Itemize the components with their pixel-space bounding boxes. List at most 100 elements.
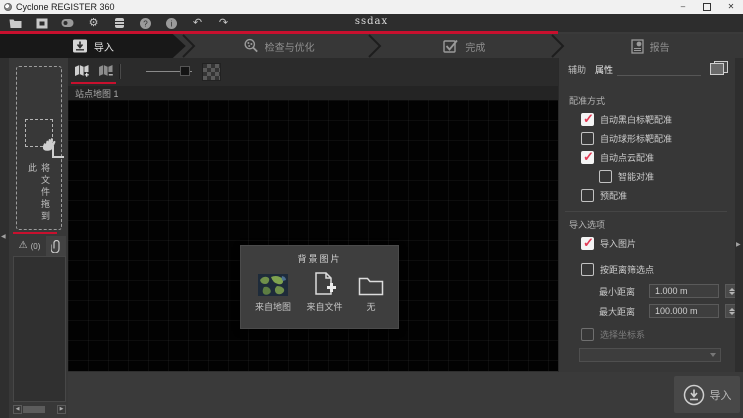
report-tab-icon: [631, 39, 644, 54]
world-map-icon: [258, 272, 288, 296]
remove-sitemap-button[interactable]: [95, 61, 117, 80]
minimize-button[interactable]: –: [671, 0, 695, 14]
opacity-slider-handle[interactable]: [180, 66, 190, 76]
step-down-icon[interactable]: [729, 312, 735, 315]
checkbox-label: 智能对准: [618, 170, 654, 183]
map-viewport[interactable]: 背景图片 来自地图 来自文件: [68, 100, 558, 372]
tab-assist[interactable]: 辅助: [568, 63, 586, 76]
import-button-label: 导入: [710, 387, 732, 403]
checkbox-auto-cloud[interactable]: 自动点云配准: [581, 151, 654, 164]
left-tabs-accent: [13, 232, 57, 234]
collapse-left-icon[interactable]: ◀: [1, 234, 6, 240]
empty-folder-icon: [358, 272, 384, 296]
checkbox-icon[interactable]: [599, 170, 612, 183]
checkbox-label: 预配准: [600, 189, 627, 202]
coordinate-system-select[interactable]: [579, 348, 721, 362]
checkbox-icon[interactable]: [581, 132, 594, 145]
add-sitemap-icon: [74, 64, 90, 78]
transparency-checker-icon[interactable]: [202, 63, 221, 81]
checkbox-smart-align[interactable]: 智能对准: [599, 170, 654, 183]
tab-report[interactable]: 报告: [557, 34, 743, 58]
import-circle-icon: [683, 384, 705, 406]
checkbox-icon[interactable]: [581, 237, 594, 250]
dialog-title: 背景图片: [241, 246, 398, 265]
window-title: Cyclone REGISTER 360: [16, 2, 115, 12]
finalize-tab-icon: [443, 39, 459, 53]
checkbox-auto-sphere-target[interactable]: 自动球形标靶配准: [581, 132, 672, 145]
import-options-section-title: 导入选项: [569, 218, 605, 231]
checkbox-icon[interactable]: [581, 151, 594, 164]
tab-label: 完成: [465, 39, 485, 54]
checkbox-label: 导入图片: [600, 237, 636, 250]
maximize-icon: [703, 3, 711, 11]
checkbox-label: 按距离筛选点: [600, 263, 654, 276]
bg-from-file-option[interactable]: 来自文件: [307, 272, 343, 313]
sitemap-canvas-region: 站点地图 1 背景图片 来自地图 来自文: [68, 58, 558, 372]
expand-right-icon[interactable]: ▶: [736, 242, 741, 248]
drop-corner-bracket: [52, 146, 64, 158]
tabs-divider: [617, 75, 701, 76]
import-button[interactable]: 导入: [674, 376, 740, 413]
warnings-tab[interactable]: ⚠ (0): [13, 236, 46, 256]
horizontal-scrollbar[interactable]: ◀ ▶: [13, 405, 66, 414]
step-up-icon[interactable]: [729, 288, 735, 291]
scroll-right-icon[interactable]: ▶: [57, 405, 66, 414]
float-panel-icon[interactable]: [710, 61, 728, 75]
bg-none-option[interactable]: 无: [358, 272, 384, 313]
close-button[interactable]: ✕: [719, 0, 743, 14]
checkbox-label: 自动点云配准: [600, 151, 654, 164]
bg-from-map-option[interactable]: 来自地图: [255, 272, 291, 313]
tab-review-optimize[interactable]: 检查与优化: [186, 34, 372, 58]
sitemap-title-bar: 站点地图 1: [68, 86, 558, 100]
option-label: 无: [366, 300, 375, 313]
tab-finalize[interactable]: 完成: [372, 34, 558, 58]
left-collapse-strip[interactable]: ◀: [0, 58, 9, 418]
tab-properties[interactable]: 属性: [595, 63, 613, 76]
attachments-tab[interactable]: [46, 236, 66, 256]
maximize-button[interactable]: [695, 0, 719, 14]
left-panel-tabs: ⚠ (0): [13, 236, 66, 256]
step-down-icon[interactable]: [729, 292, 735, 295]
checkbox-label: 选择坐标系: [600, 328, 645, 341]
file-drop-zone[interactable]: 将文件拖到此: [16, 66, 62, 230]
file-list-area[interactable]: [13, 256, 66, 402]
min-distance-input[interactable]: 1.000 m: [649, 284, 719, 298]
right-expand-strip[interactable]: ▶: [735, 56, 743, 372]
tab-label: 检查与优化: [265, 39, 315, 54]
max-distance-row: 最大距离 100.000 m: [599, 304, 738, 318]
warning-count: (0): [31, 242, 41, 251]
scrollbar-thumb[interactable]: [23, 406, 45, 413]
chevron-down-icon: [710, 353, 716, 357]
add-sitemap-button[interactable]: [71, 61, 93, 80]
app-logo-icon: [4, 3, 12, 11]
checkbox-coordinate-system[interactable]: 选择坐标系: [581, 328, 645, 341]
step-up-icon[interactable]: [729, 308, 735, 311]
tab-import[interactable]: 导入: [0, 34, 186, 58]
checkbox-auto-bw-target[interactable]: 自动黑白标靶配准: [581, 113, 672, 126]
checkbox-icon[interactable]: [581, 263, 594, 276]
max-distance-input[interactable]: 100.000 m: [649, 304, 719, 318]
checkbox-icon[interactable]: [581, 189, 594, 202]
scroll-left-icon[interactable]: ◀: [13, 405, 22, 414]
window-controls: – ✕: [671, 0, 743, 14]
titlebar: Cyclone REGISTER 360 – ✕: [0, 0, 743, 14]
review-tab-icon: [243, 38, 259, 54]
checkbox-icon[interactable]: [581, 328, 594, 341]
checkbox-pre-registration[interactable]: 预配准: [581, 189, 627, 202]
checkbox-import-images[interactable]: 导入图片: [581, 237, 636, 250]
import-tab-icon: [72, 39, 88, 53]
sitemap-tab-accent: [71, 82, 116, 84]
option-label: 来自地图: [255, 300, 291, 313]
cyclone-register-360-window: Cyclone REGISTER 360 – ✕ ⚙ ?: [0, 0, 743, 418]
checkbox-icon[interactable]: [581, 113, 594, 126]
tab-label: 报告: [650, 39, 670, 54]
checkbox-label: 自动黑白标靶配准: [600, 113, 672, 126]
tab-separator-chevron: [551, 34, 565, 58]
checkbox-distance-filter[interactable]: 按距离筛选点: [581, 263, 654, 276]
section-divider: [565, 211, 727, 212]
right-panel-tabs: 辅助 属性: [568, 63, 613, 76]
accent-underline: [0, 31, 558, 34]
tab-separator-chevron: [368, 34, 382, 58]
warning-icon: ⚠: [19, 241, 28, 251]
sitemap-toolbar: [68, 58, 558, 86]
